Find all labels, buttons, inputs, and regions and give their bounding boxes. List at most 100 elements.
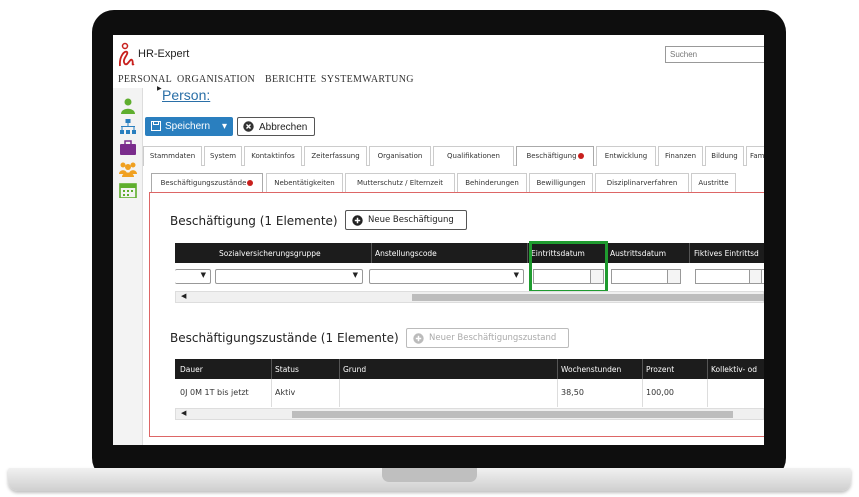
scroll-thumb[interactable] [412, 294, 764, 301]
column-header[interactable]: Austrittsdatum [610, 249, 666, 258]
column-header[interactable]: Status [275, 365, 299, 374]
column-header[interactable]: Sozialversicherungsgruppe [219, 249, 321, 258]
tab-kontaktinfos[interactable]: Kontaktinfos [244, 146, 302, 166]
app-title: HR-Expert [138, 48, 190, 60]
subtab-behinderungen[interactable]: Behinderungen [457, 173, 527, 193]
column-divider [689, 243, 690, 263]
column-header[interactable]: Anstellungscode [375, 249, 437, 258]
cancel-label: Abbrechen [259, 122, 308, 133]
new-state-label: Neuer Beschäftigungszustand [429, 333, 557, 343]
employment-grid-header: Sozialversicherungsgruppe Anstellungscod… [175, 243, 764, 263]
new-state-button[interactable]: Neuer Beschäftigungszustand [406, 328, 569, 348]
row-divider [557, 379, 558, 407]
alert-icon [247, 180, 254, 186]
column-divider [339, 359, 340, 379]
tab-stammdaten[interactable]: Stammdaten [143, 146, 202, 166]
cancel-button[interactable]: Abbrechen [237, 117, 315, 136]
highlight-box [529, 241, 608, 293]
filter-select[interactable]: ▼ [175, 269, 211, 284]
column-divider [557, 359, 558, 379]
tab-organisation[interactable]: Organisation [369, 146, 431, 166]
states-grid-header: Dauer Status Grund Wochenstunden Prozent… [175, 359, 764, 379]
close-circle-icon [243, 121, 254, 132]
employment-section-title: Beschäftigung (1 Elemente) [170, 214, 338, 228]
tab-beschaeftigung-label: Beschäftigung [526, 152, 577, 160]
tab-qualifikationen[interactable]: Qualifikationen [433, 146, 514, 166]
cell-prozent: 100,00 [646, 388, 674, 397]
column-header[interactable]: Kollektiv- od [711, 365, 757, 374]
tab-finanzen[interactable]: Finanzen [658, 146, 703, 166]
column-header[interactable]: Prozent [646, 365, 674, 374]
org-chart-icon[interactable] [119, 119, 137, 135]
table-row[interactable]: 0J 0M 1T bis jetzt Aktiv 38,50 100,00 [175, 379, 764, 407]
laptop-notch [382, 468, 477, 482]
cell-status: Aktiv [275, 388, 296, 397]
scroll-thumb[interactable] [292, 411, 733, 418]
row-divider [707, 379, 708, 407]
column-divider [707, 359, 708, 379]
column-header[interactable]: Fiktives Eintrittsd [694, 249, 759, 258]
subtab-mutterschutz[interactable]: Mutterschutz / Elternzeit [345, 173, 455, 193]
tab-beschaeftigung[interactable]: Beschäftigung [516, 146, 594, 166]
floppy-disk-icon [151, 121, 161, 131]
column-divider [371, 243, 372, 263]
sidebar [113, 88, 143, 445]
employment-scrollbar[interactable]: ◀ [175, 291, 764, 303]
briefcase-icon[interactable] [119, 140, 137, 156]
save-button[interactable]: Speichern ▾ [145, 117, 233, 136]
calendar-icon[interactable] [749, 270, 762, 283]
chevron-down-icon: ▼ [352, 271, 358, 279]
save-label: Speichern [165, 121, 211, 132]
new-employment-button[interactable]: Neue Beschäftigung [345, 210, 467, 230]
menu-systemwartung[interactable]: Systemwartung [321, 74, 414, 85]
search-input[interactable] [665, 46, 764, 63]
subtab-beschaeftigungszustaende[interactable]: Beschäftigungszustände [151, 173, 263, 193]
person-icon[interactable] [119, 98, 137, 114]
page-title[interactable]: Person: [162, 87, 210, 103]
subtab-austritte[interactable]: Austritte [691, 173, 736, 193]
chevron-down-icon: ▼ [200, 271, 206, 279]
scroll-left-icon[interactable]: ◀ [181, 292, 186, 300]
chevron-down-icon: ▼ [513, 271, 519, 279]
filter-fiktives-eintrittsdatum[interactable] [695, 269, 764, 284]
plus-circle-icon [413, 333, 424, 344]
tab-zeiterfassung[interactable]: Zeiterfassung [304, 146, 367, 166]
column-header[interactable]: Wochenstunden [561, 365, 621, 374]
subtab-bewilligungen[interactable]: Bewilligungen [529, 173, 593, 193]
menu-organisation[interactable]: Organisation [177, 74, 255, 85]
subtab-nebentaetigkeiten[interactable]: Nebentätigkeiten [266, 173, 343, 193]
column-header[interactable]: Grund [343, 365, 366, 374]
menu-personal[interactable]: Personal [118, 74, 172, 85]
new-employment-label: Neue Beschäftigung [368, 215, 454, 225]
plus-circle-icon [352, 215, 363, 226]
filter-anstellungscode[interactable]: ▼ [369, 269, 524, 284]
subtab-disziplinarverfahren[interactable]: Disziplinarverfahren [595, 173, 689, 193]
group-icon[interactable] [119, 161, 137, 177]
breadcrumb-caret-icon: ▶ [157, 85, 162, 92]
states-section-title: Beschäftigungszustände (1 Elemente) [170, 331, 399, 345]
column-divider [527, 243, 528, 263]
tab-fam[interactable]: Fam [746, 146, 764, 166]
laptop-base [8, 468, 851, 491]
app-window: HR-Expert Personal Organisation Berichte… [113, 35, 764, 445]
sub-tabs: Beschäftigungszustände Nebentätigkeiten … [151, 173, 764, 193]
alert-icon [577, 153, 584, 159]
filter-austrittsdatum[interactable] [611, 269, 681, 284]
scroll-left-icon[interactable]: ◀ [181, 409, 186, 417]
calendar-icon[interactable] [667, 270, 680, 283]
row-divider [339, 379, 340, 407]
tab-system[interactable]: System [204, 146, 242, 166]
column-divider [642, 359, 643, 379]
cell-dauer: 0J 0M 1T bis jetzt [180, 388, 249, 397]
column-divider [271, 359, 272, 379]
cell-wochenstunden: 38,50 [561, 388, 584, 397]
filter-sozialversicherungsgruppe[interactable]: ▼ [215, 269, 363, 284]
column-header[interactable]: Dauer [180, 365, 203, 374]
chevron-down-icon[interactable]: ▾ [222, 121, 227, 132]
tab-bildung[interactable]: Bildung [705, 146, 744, 166]
calendar-icon[interactable] [119, 182, 137, 198]
states-scrollbar[interactable]: ◀ [175, 408, 764, 420]
tab-entwicklung[interactable]: Entwicklung [596, 146, 656, 166]
row-divider [642, 379, 643, 407]
menu-berichte[interactable]: Berichte [265, 74, 316, 85]
